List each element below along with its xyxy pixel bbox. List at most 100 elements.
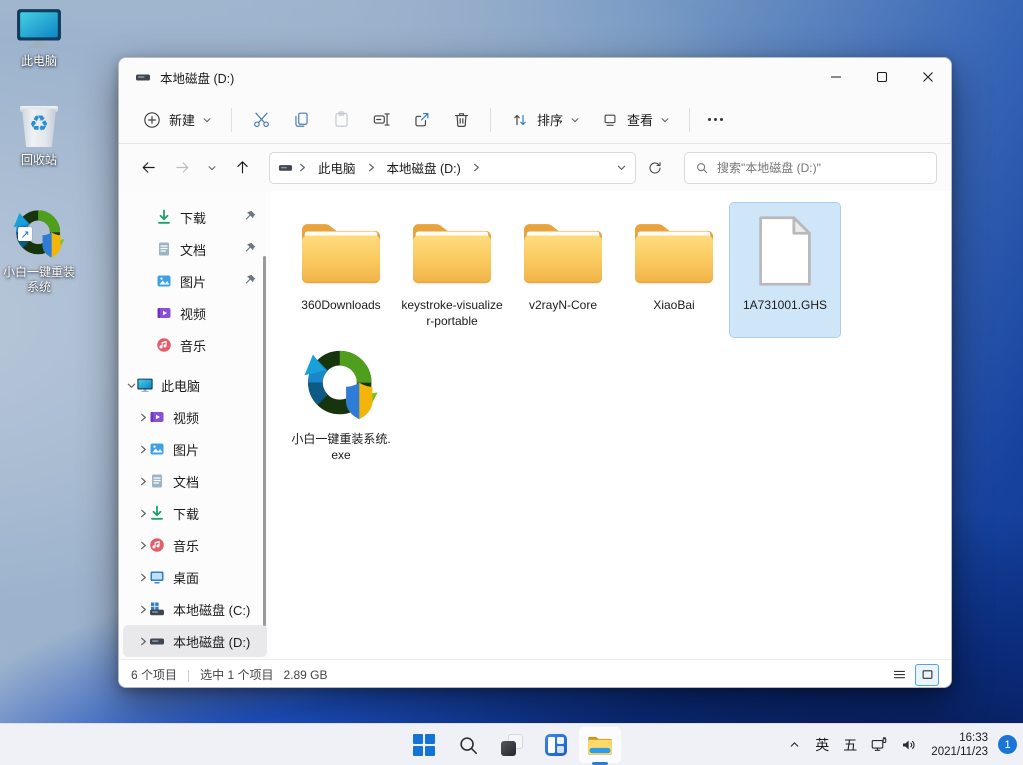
sidebar-scrollbar[interactable] (263, 256, 266, 626)
chevron-right-icon[interactable] (137, 636, 149, 647)
desktop-icon-recycle-bin[interactable]: ♻ 回收站 (0, 103, 78, 168)
search-input[interactable] (717, 161, 926, 175)
network-icon (870, 736, 888, 754)
sort-button[interactable]: 排序 (501, 104, 589, 136)
task-view-button[interactable] (490, 726, 534, 764)
sidebar-item-music[interactable]: 音乐 (123, 329, 267, 361)
file-tile-xiaobai-folder[interactable]: XiaoBai (619, 203, 729, 337)
view-button[interactable]: 查看 (591, 104, 679, 136)
application-icon (302, 343, 380, 427)
window-maximize-button[interactable] (859, 58, 905, 96)
chevron-right-icon[interactable] (137, 508, 149, 519)
file-tile-xiaobai-exe[interactable]: 小白一键重装系统.exe (286, 337, 396, 471)
file-name: keystroke-visualizer-portable (400, 297, 504, 329)
share-button[interactable] (402, 104, 440, 136)
tray-ime-mode-indicator[interactable]: 五 (837, 727, 863, 763)
back-icon (140, 159, 157, 176)
file-tile-keystroke-visualizer[interactable]: keystroke-visualizer-portable (397, 203, 507, 337)
file-explorer-taskbar-button[interactable] (578, 726, 622, 764)
forward-button[interactable] (167, 153, 197, 183)
breadcrumb-chevron-icon (295, 162, 310, 173)
clock-date: 2021/11/23 (931, 745, 988, 759)
status-divider: | (187, 668, 190, 682)
chevron-right-icon[interactable] (137, 444, 149, 455)
cut-button[interactable] (242, 104, 280, 136)
recent-locations-button[interactable] (201, 153, 223, 183)
window-minimize-button[interactable] (813, 58, 859, 96)
file-tile-v2rayn-core[interactable]: v2rayN-Core (508, 203, 618, 337)
title-bar[interactable]: 本地磁盘 (D:) (119, 58, 951, 96)
sidebar-item-this-pc[interactable]: 此电脑 (123, 369, 267, 401)
speaker-icon (900, 736, 918, 754)
file-tile-360downloads[interactable]: 360Downloads (286, 203, 396, 337)
toolbar-divider (689, 108, 690, 132)
address-dropdown-icon[interactable] (616, 162, 627, 173)
search-icon (695, 161, 709, 175)
widgets-button[interactable] (534, 726, 578, 764)
music-icon (156, 337, 172, 353)
tray-clock[interactable]: 16:33 2021/11/23 (925, 731, 994, 759)
sidebar-tree-local-disk-c[interactable]: 本地磁盘 (C:) (123, 593, 267, 625)
sidebar-tree-desktop[interactable]: 桌面 (123, 561, 267, 593)
rename-button[interactable] (362, 104, 400, 136)
search-box[interactable] (684, 152, 937, 184)
desktop-icon-this-pc[interactable]: 此电脑 (0, 8, 78, 69)
sidebar-tree-documents[interactable]: 文档 (123, 465, 267, 497)
toolbar-divider (490, 108, 491, 132)
file-name: v2rayN-Core (529, 297, 597, 313)
chevron-right-icon[interactable] (137, 572, 149, 583)
window-close-button[interactable] (905, 58, 951, 96)
chevron-right-icon[interactable] (137, 412, 149, 423)
paste-button[interactable] (322, 104, 360, 136)
sidebar-item-pictures-pinned[interactable]: 图片 (123, 265, 267, 297)
chevron-down-icon[interactable] (125, 380, 137, 391)
chevron-down-icon (207, 163, 217, 173)
taskbar: 英 五 16:33 2021/11/23 1 (0, 723, 1023, 765)
breadcrumb-local-disk-d[interactable]: 本地磁盘 (D:) (381, 155, 467, 180)
sidebar-item-videos[interactable]: 视频 (123, 297, 267, 329)
command-bar: 新建 (119, 96, 951, 144)
back-button[interactable] (133, 153, 163, 183)
start-button[interactable] (402, 726, 446, 764)
more-options-button[interactable] (700, 118, 731, 121)
sidebar-tree-music[interactable]: 音乐 (123, 529, 267, 561)
delete-button[interactable] (442, 104, 480, 136)
videos-icon (149, 409, 165, 425)
sidebar-tree-videos[interactable]: 视频 (123, 401, 267, 433)
notification-badge[interactable]: 1 (998, 735, 1017, 754)
list-view-icon (892, 667, 907, 682)
sidebar-item-documents-pinned[interactable]: 文档 (123, 233, 267, 265)
taskbar-search-button[interactable] (446, 726, 490, 764)
toolbar-divider (231, 108, 232, 132)
cut-icon (251, 110, 271, 130)
rename-icon (371, 110, 391, 130)
details-view-button[interactable] (887, 664, 911, 686)
large-icons-view-button[interactable] (915, 664, 939, 686)
new-button[interactable]: 新建 (133, 104, 221, 136)
folder-icon (409, 209, 495, 293)
desktop-icon-label: 回收站 (21, 153, 57, 168)
tray-language-indicator[interactable]: 英 (809, 727, 835, 763)
copy-button[interactable] (282, 104, 320, 136)
chevron-right-icon[interactable] (137, 540, 149, 551)
up-button[interactable] (227, 153, 257, 183)
sidebar-tree-downloads[interactable]: 下载 (123, 497, 267, 529)
breadcrumb-this-pc[interactable]: 此电脑 (312, 155, 362, 180)
document-icon (149, 473, 165, 489)
tray-network-button[interactable] (865, 727, 893, 763)
file-tile-ghs-selected[interactable]: 1A731001.GHS (730, 203, 840, 337)
tray-show-hidden-icons-button[interactable] (781, 727, 807, 763)
chevron-right-icon[interactable] (137, 476, 149, 487)
address-bar[interactable]: 此电脑 本地磁盘 (D:) (269, 152, 636, 184)
refresh-button[interactable] (640, 153, 670, 183)
sidebar-tree-local-disk-d[interactable]: 本地磁盘 (D:) (123, 625, 267, 657)
selection-size: 2.89 GB (283, 668, 327, 682)
sidebar-item-downloads-pinned[interactable]: 下载 (123, 201, 267, 233)
shortcut-arrow-icon: ↗ (18, 227, 32, 241)
tray-volume-button[interactable] (895, 727, 923, 763)
sidebar-tree-pictures[interactable]: 图片 (123, 433, 267, 465)
desktop-icon-xiaobai[interactable]: ↗ 小白一键重装系统 (0, 207, 78, 295)
files-view[interactable]: 360Downloads keystroke-visualizer-portab… (271, 191, 951, 659)
chevron-right-icon[interactable] (137, 604, 149, 615)
new-button-label: 新建 (169, 110, 195, 129)
